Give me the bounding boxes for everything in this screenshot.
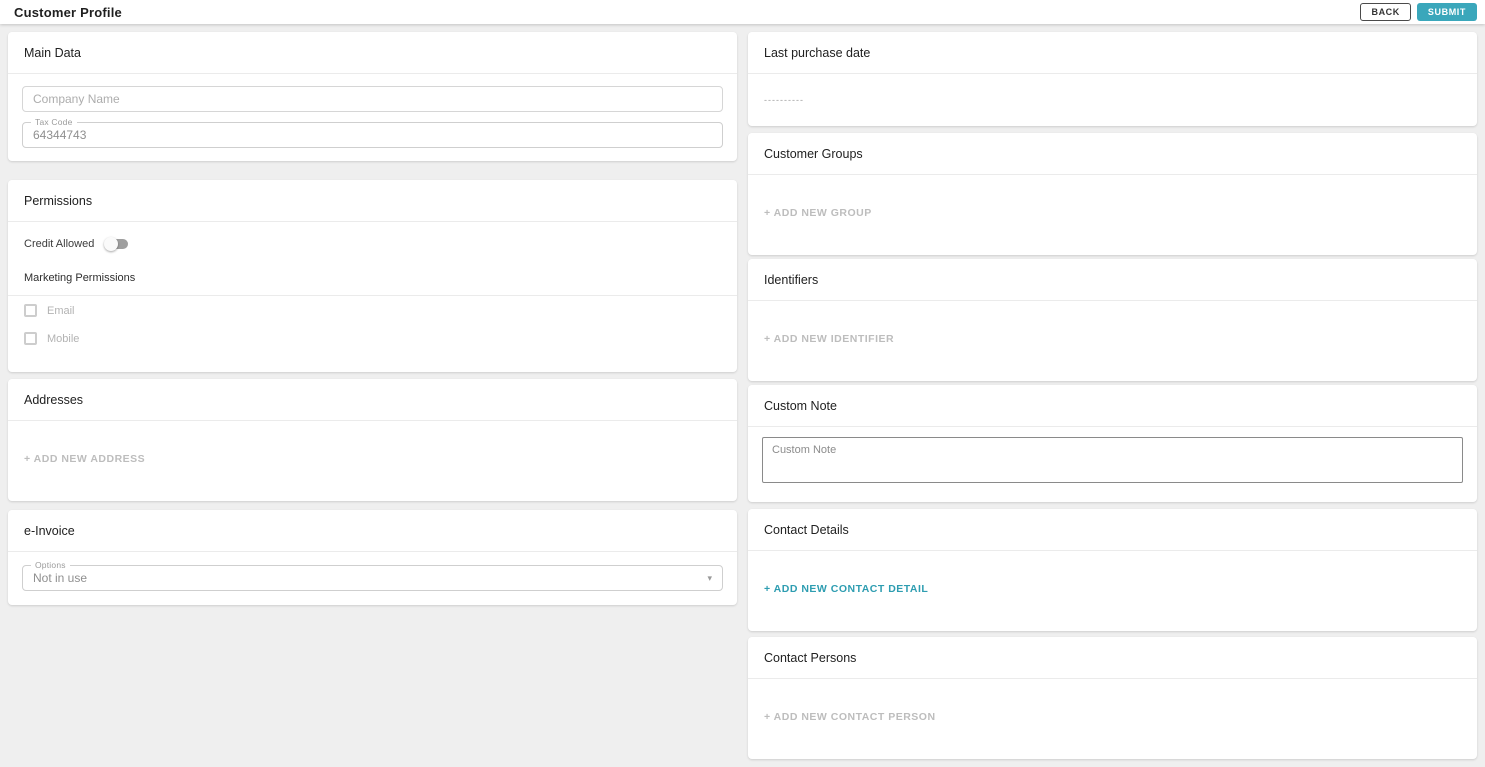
einvoice-body: Options Not in use ▾: [8, 552, 737, 605]
mobile-checkbox[interactable]: [24, 332, 37, 345]
email-checkbox[interactable]: [24, 304, 37, 317]
main-data-body: Tax Code: [8, 74, 737, 161]
options-label: Options: [31, 560, 70, 570]
credit-allowed-toggle[interactable]: [104, 238, 130, 250]
page-title: Customer Profile: [14, 5, 122, 20]
add-new-group-button[interactable]: + ADD NEW GROUP: [764, 207, 872, 219]
identifiers-body: + ADD NEW IDENTIFIER: [748, 301, 1477, 381]
permissions-card: Permissions Credit Allowed Marketing Per…: [8, 180, 737, 372]
tax-code-input[interactable]: [33, 128, 712, 142]
mobile-checkbox-row[interactable]: Mobile: [8, 324, 737, 352]
spacer: [8, 501, 737, 510]
addresses-body: + ADD NEW ADDRESS: [8, 421, 737, 501]
spacer: [8, 372, 737, 379]
spacer: [748, 126, 1477, 133]
contact-persons-card: Contact Persons + ADD NEW CONTACT PERSON: [748, 637, 1477, 759]
last-purchase-card: Last purchase date ----------: [748, 32, 1477, 126]
add-new-contact-person-button[interactable]: + ADD NEW CONTACT PERSON: [764, 711, 936, 723]
main-data-card: Main Data Tax Code: [8, 32, 737, 161]
back-button[interactable]: BACK: [1360, 3, 1410, 21]
left-column: Main Data Tax Code Permissions Credit Al…: [8, 32, 737, 605]
custom-note-body: [748, 427, 1477, 502]
spacer: [748, 502, 1477, 509]
content-area: Main Data Tax Code Permissions Credit Al…: [0, 24, 1485, 767]
contact-persons-body: + ADD NEW CONTACT PERSON: [748, 679, 1477, 759]
mobile-checkbox-label: Mobile: [47, 333, 79, 345]
contact-details-card: Contact Details + ADD NEW CONTACT DETAIL: [748, 509, 1477, 631]
customer-groups-card: Customer Groups + ADD NEW GROUP: [748, 133, 1477, 255]
main-data-title: Main Data: [8, 32, 737, 74]
right-column: Last purchase date ---------- Customer G…: [748, 32, 1477, 759]
addresses-card: Addresses + ADD NEW ADDRESS: [8, 379, 737, 501]
topbar-actions: BACK SUBMIT: [1360, 3, 1477, 21]
tax-code-label: Tax Code: [31, 117, 77, 127]
submit-button[interactable]: SUBMIT: [1417, 3, 1477, 21]
add-new-identifier-button[interactable]: + ADD NEW IDENTIFIER: [764, 333, 894, 345]
contact-details-body: + ADD NEW CONTACT DETAIL: [748, 551, 1477, 631]
add-new-address-button[interactable]: + ADD NEW ADDRESS: [24, 453, 145, 465]
spacer: [8, 161, 737, 180]
chevron-down-icon: ▾: [707, 573, 712, 584]
tax-code-field[interactable]: Tax Code: [22, 122, 723, 148]
contact-persons-title: Contact Persons: [748, 637, 1477, 679]
identifiers-card: Identifiers + ADD NEW IDENTIFIER: [748, 259, 1477, 381]
last-purchase-body: ----------: [748, 74, 1477, 126]
email-checkbox-row[interactable]: Email: [8, 296, 737, 324]
permissions-title: Permissions: [8, 180, 737, 222]
addresses-title: Addresses: [8, 379, 737, 421]
marketing-permissions-title: Marketing Permissions: [8, 256, 737, 296]
last-purchase-title: Last purchase date: [748, 32, 1477, 74]
identifiers-title: Identifiers: [748, 259, 1477, 301]
company-name-input[interactable]: [22, 86, 723, 112]
credit-allowed-row: Credit Allowed: [8, 222, 737, 256]
einvoice-title: e-Invoice: [8, 510, 737, 552]
last-purchase-value: ----------: [764, 95, 804, 105]
email-checkbox-label: Email: [47, 305, 75, 317]
customer-groups-title: Customer Groups: [748, 133, 1477, 175]
customer-groups-body: + ADD NEW GROUP: [748, 175, 1477, 255]
contact-details-title: Contact Details: [748, 509, 1477, 551]
custom-note-card: Custom Note: [748, 385, 1477, 502]
einvoice-options-select[interactable]: Options Not in use ▾: [22, 565, 723, 591]
custom-note-textarea[interactable]: [762, 437, 1463, 483]
spacer: [8, 352, 737, 372]
top-bar: Customer Profile BACK SUBMIT: [0, 0, 1485, 24]
add-new-contact-detail-button[interactable]: + ADD NEW CONTACT DETAIL: [764, 583, 928, 595]
options-selected-value: Not in use: [33, 571, 707, 585]
custom-note-title: Custom Note: [748, 385, 1477, 427]
credit-allowed-label: Credit Allowed: [24, 238, 94, 250]
